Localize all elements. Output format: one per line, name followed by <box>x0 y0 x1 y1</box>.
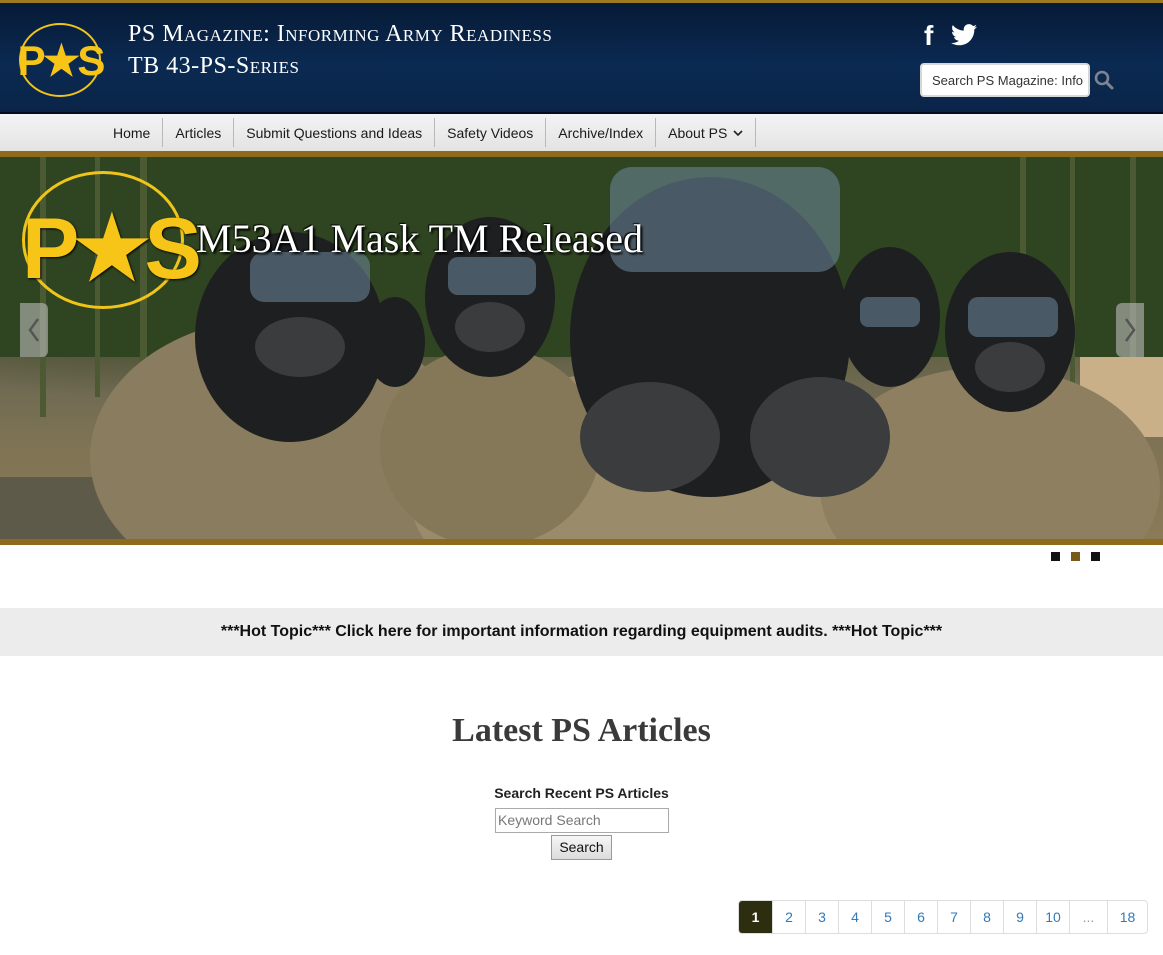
page-2[interactable]: 2 <box>772 901 805 933</box>
nav-item-submit-questions[interactable]: Submit Questions and Ideas <box>234 118 436 147</box>
page-10[interactable]: 10 <box>1036 901 1069 933</box>
pagination: 1 2 3 4 5 6 7 8 9 10 ... 18 <box>738 900 1148 934</box>
page-9[interactable]: 9 <box>1003 901 1036 933</box>
facebook-icon[interactable]: f <box>924 20 933 52</box>
search-icon[interactable] <box>1094 70 1114 90</box>
nav-item-archive-index[interactable]: Archive/Index <box>546 118 657 147</box>
keyword-search-button[interactable]: Search <box>551 835 612 860</box>
hero-border-bottom <box>0 539 1163 545</box>
keyword-search-input[interactable]: Keyword Search <box>495 808 669 833</box>
site-search-input[interactable]: Search PS Magazine: Info <box>920 63 1090 97</box>
page-5[interactable]: 5 <box>871 901 904 933</box>
slider-dot-1[interactable] <box>1051 552 1060 561</box>
page-6[interactable]: 6 <box>904 901 937 933</box>
hot-topic-banner[interactable]: ***Hot Topic*** Click here for important… <box>0 608 1163 656</box>
nav-item-safety-videos[interactable]: Safety Videos <box>435 118 547 147</box>
nav-item-articles[interactable]: Articles <box>163 118 235 147</box>
slider-prev-button[interactable] <box>20 303 48 357</box>
site-header: P★S PS Magazine: Informing Army Readines… <box>0 0 1163 114</box>
page-7[interactable]: 7 <box>937 901 970 933</box>
hero-slider[interactable]: P★S M53A1 Mask TM Released <box>0 157 1163 539</box>
main-nav: Home Articles Submit Questions and Ideas… <box>0 114 1163 151</box>
nav-item-home[interactable]: Home <box>101 118 164 147</box>
page-4[interactable]: 4 <box>838 901 871 933</box>
page-1[interactable]: 1 <box>739 901 772 933</box>
chevron-right-icon <box>1124 318 1136 342</box>
site-subtitle: TB 43-PS-Series <box>128 53 300 79</box>
nav-item-about-label: About PS <box>668 124 728 141</box>
twitter-icon[interactable] <box>951 24 977 52</box>
ps-logo[interactable]: P★S <box>18 23 105 97</box>
search-recent-label: Search Recent PS Articles <box>494 785 669 801</box>
latest-articles-title: Latest PS Articles <box>452 712 711 749</box>
chevron-down-icon <box>733 129 743 136</box>
page-8[interactable]: 8 <box>970 901 1003 933</box>
nav-item-about-ps[interactable]: About PS <box>656 118 757 147</box>
slider-dots <box>1051 552 1100 561</box>
page-3[interactable]: 3 <box>805 901 838 933</box>
chevron-left-icon <box>28 318 40 342</box>
hero-logo-text: P★S <box>22 201 202 297</box>
page-ellipsis: ... <box>1069 901 1107 933</box>
slider-dot-2[interactable] <box>1071 552 1080 561</box>
slider-next-button[interactable] <box>1116 303 1144 357</box>
site-title[interactable]: PS Magazine: Informing Army Readiness <box>128 21 552 48</box>
hero-caption[interactable]: M53A1 Mask TM Released <box>196 215 643 262</box>
slider-dot-3[interactable] <box>1091 552 1100 561</box>
page-18[interactable]: 18 <box>1107 901 1147 933</box>
